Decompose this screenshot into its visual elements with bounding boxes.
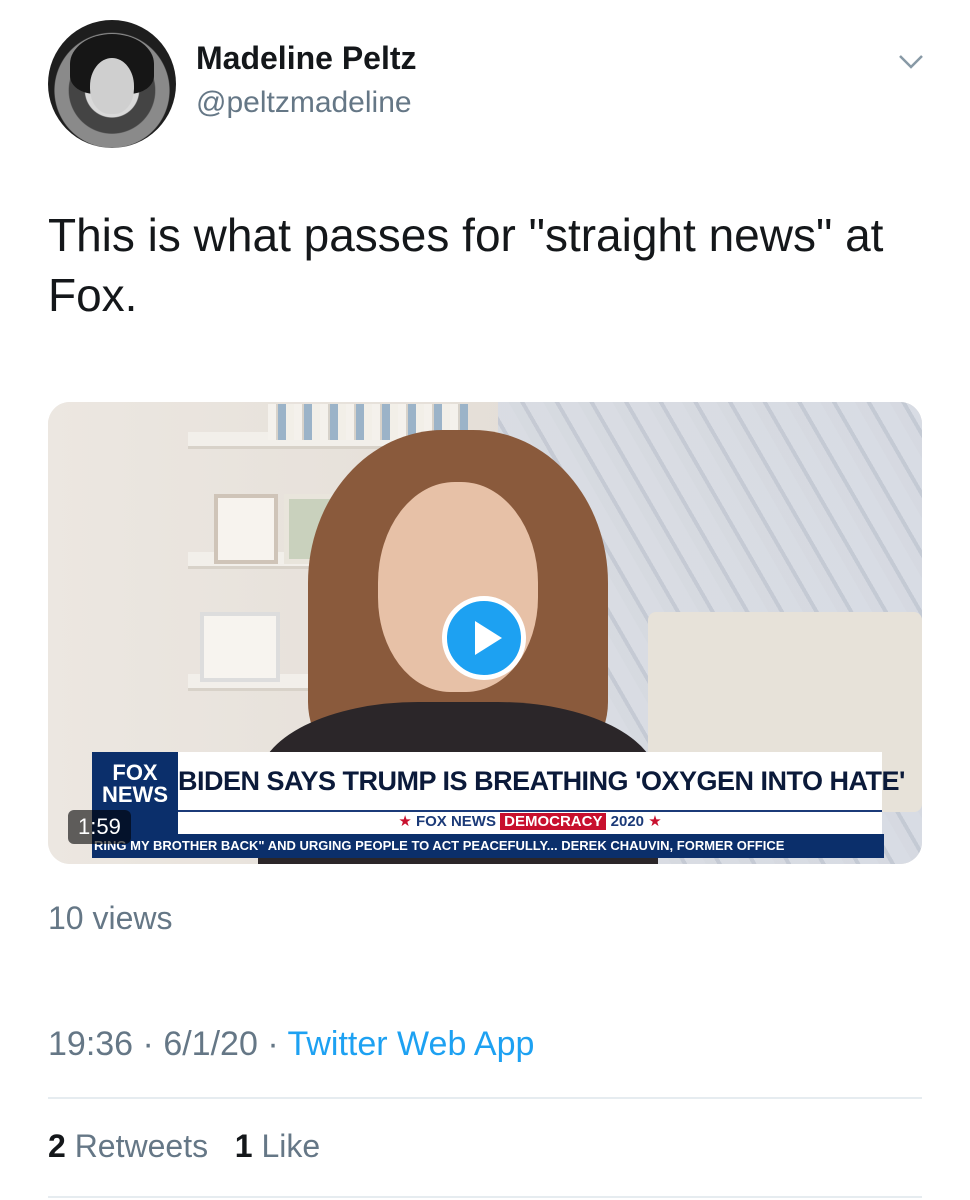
divider	[48, 1097, 922, 1099]
author-handle[interactable]: @peltzmadeline	[196, 86, 412, 120]
star-icon: ★	[648, 813, 662, 830]
likes-stat[interactable]: 1 Like	[235, 1128, 320, 1164]
tweet-timestamp: 19:36 · 6/1/20 · Twitter Web App	[48, 1025, 534, 1064]
retweets-count: 2	[48, 1128, 66, 1164]
tweet-date[interactable]: 6/1/20	[163, 1025, 258, 1063]
tweet-time[interactable]: 19:36	[48, 1025, 133, 1063]
chevron-down-icon[interactable]	[896, 46, 926, 76]
avatar-face	[90, 58, 134, 114]
retweets-label: Retweets	[74, 1128, 209, 1164]
video-photo-frame	[214, 494, 278, 564]
logo-line-2: NEWS	[102, 782, 168, 807]
view-count: 10 views	[48, 900, 173, 936]
news-headline: BIDEN SAYS TRUMP IS BREATHING 'OXYGEN IN…	[178, 752, 905, 810]
likes-label: Like	[261, 1128, 321, 1164]
divider	[48, 1196, 922, 1198]
video-player[interactable]: FOX NEWS BIDEN SAYS TRUMP IS BREATHING '…	[48, 402, 922, 864]
subbar-brand: FOX NEWS	[415, 813, 496, 830]
meta-separator: ·	[142, 1025, 154, 1063]
news-ticker: RING MY BROTHER BACK" AND URGING PEOPLE …	[92, 834, 884, 858]
video-duration: 1:59	[68, 810, 131, 844]
news-subbar: ★ FOX NEWS DEMOCRACY 2020 ★	[178, 810, 882, 834]
video-photo-frame	[200, 612, 280, 682]
author-name[interactable]: Madeline Peltz	[196, 40, 417, 77]
subbar-year: 2020	[610, 813, 645, 830]
logo-line-1: FOX	[112, 760, 158, 785]
retweets-stat[interactable]: 2 Retweets	[48, 1128, 208, 1164]
play-icon	[475, 621, 502, 655]
author-avatar[interactable]	[48, 20, 176, 148]
star-icon: ★	[398, 813, 412, 830]
likes-count: 1	[234, 1128, 253, 1164]
subbar-democracy: DEMOCRACY	[500, 813, 607, 830]
tweet-text: This is what passes for "straight news" …	[48, 209, 884, 321]
meta-separator: ·	[267, 1025, 279, 1063]
engagement-stats: 2 Retweets 1 Like	[48, 1128, 320, 1165]
play-button[interactable]	[442, 596, 526, 680]
tweet-source-link[interactable]: Twitter Web App	[287, 1025, 534, 1063]
